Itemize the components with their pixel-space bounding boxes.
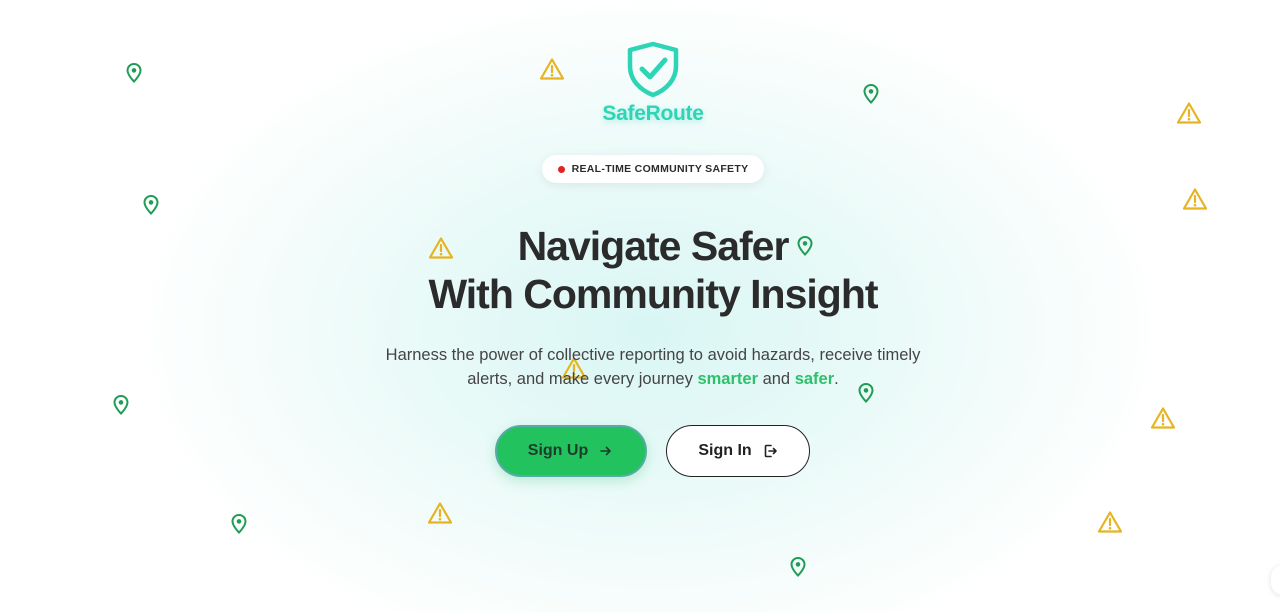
page-title: Navigate Safer With Community Insight <box>340 222 966 318</box>
sign-in-label: Sign In <box>698 442 752 459</box>
map-pin-icon <box>143 195 159 215</box>
map-pin-icon <box>863 84 879 104</box>
arrow-right-icon <box>598 443 614 459</box>
brand-name: SafeRoute <box>602 102 704 125</box>
hero-description: Harness the power of collective reportin… <box>370 343 936 391</box>
headline-line-2: With Community Insight <box>428 271 878 317</box>
warning-triangle-icon <box>1182 187 1208 211</box>
description-text-2: and <box>758 370 795 388</box>
warning-triangle-icon <box>1150 406 1176 430</box>
sign-up-label: Sign Up <box>527 442 589 459</box>
sign-in-button[interactable]: Sign In <box>666 425 810 477</box>
map-pin-icon <box>231 514 247 534</box>
sign-up-button[interactable]: Sign Up <box>495 425 647 477</box>
live-dot-icon <box>557 165 565 173</box>
status-badge: REAL-TIME COMMUNITY SAFETY <box>542 155 764 183</box>
highlight-safer: safer <box>794 370 835 388</box>
highlight-smarter: smarter <box>697 370 758 388</box>
shield-check-icon <box>600 40 706 98</box>
warning-triangle-icon <box>427 501 453 525</box>
brand-logo: SafeRoute <box>600 40 706 126</box>
login-icon <box>762 443 778 459</box>
description-text-3: . <box>834 370 839 388</box>
warning-triangle-icon <box>1176 101 1202 125</box>
headline-line-1: Navigate Safer <box>517 223 790 269</box>
warning-triangle-icon <box>1097 510 1123 534</box>
description-text-1: Harness the power of collective reportin… <box>385 346 921 388</box>
floating-widget-button[interactable] <box>1271 565 1280 595</box>
map-pin-icon <box>790 557 806 577</box>
map-pin-icon <box>113 395 129 415</box>
warning-triangle-icon <box>539 57 565 81</box>
badge-label: REAL-TIME COMMUNITY SAFETY <box>571 163 749 175</box>
map-pin-icon <box>126 63 142 83</box>
